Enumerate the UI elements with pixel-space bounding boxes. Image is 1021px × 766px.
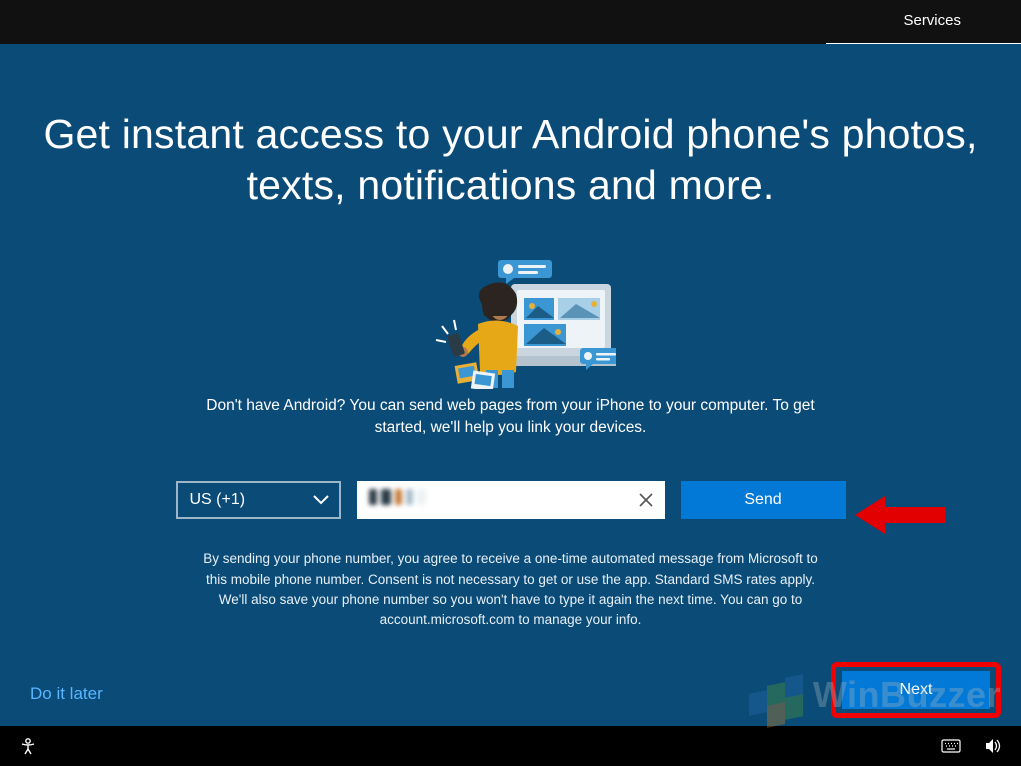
volume-icon[interactable] (983, 736, 1003, 756)
keyboard-icon[interactable] (941, 736, 961, 756)
oobe-main: Get instant access to your Android phone… (0, 44, 1021, 726)
country-code-value: US (+1) (190, 491, 246, 509)
annotation-arrow (855, 492, 945, 543)
clear-input-icon[interactable] (635, 489, 657, 511)
watermark-logo-icon (745, 666, 803, 724)
next-button-highlight: Next (831, 662, 1001, 718)
phone-input-obscured (369, 489, 426, 505)
system-bar (0, 726, 1021, 766)
do-it-later-link[interactable]: Do it later (30, 684, 103, 704)
chevron-down-icon (313, 495, 329, 505)
top-bar: Services (0, 0, 1021, 44)
country-code-dropdown[interactable]: US (+1) (176, 481, 341, 519)
phone-input-wrap (357, 481, 665, 519)
subtitle-text: Don't have Android? You can send web pag… (201, 395, 821, 440)
accessibility-icon[interactable] (18, 736, 38, 756)
tab-services[interactable]: Services (843, 0, 1021, 44)
send-button[interactable]: Send (681, 481, 846, 519)
illustration-phone-link (406, 254, 616, 389)
page-headline: Get instant access to your Android phone… (0, 109, 1021, 212)
next-button[interactable]: Next (842, 671, 990, 709)
sms-disclaimer: By sending your phone number, you agree … (201, 549, 821, 630)
illustration-wrap (0, 254, 1021, 389)
